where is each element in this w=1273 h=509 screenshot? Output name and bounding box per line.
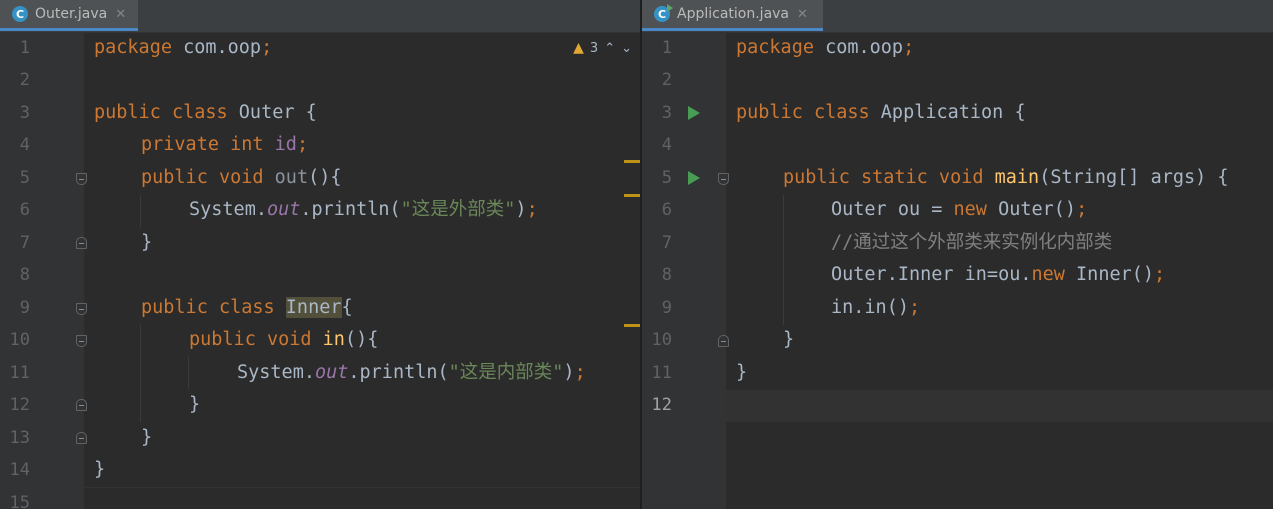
code-line: private int id;: [141, 134, 309, 155]
code-line: public void in(){: [189, 329, 379, 350]
code-line: }: [94, 459, 106, 480]
line-number: 10: [9, 330, 30, 350]
line-number: 4: [661, 135, 672, 155]
code-line: in.in();: [831, 297, 921, 318]
code-line: }: [141, 427, 153, 448]
line-number: 3: [19, 103, 30, 123]
line-number: 12: [9, 395, 30, 415]
close-icon[interactable]: ✕: [797, 7, 808, 22]
code-line: package com.oop;: [736, 37, 915, 58]
line-number: 5: [661, 168, 672, 188]
code-line: }: [189, 394, 201, 415]
tab-label: Application.java: [677, 6, 790, 22]
tab-label: Outer.java: [35, 6, 108, 22]
code-line: public static void main(String[] args) {: [783, 167, 1229, 188]
line-number: 10: [651, 330, 672, 350]
fold-icon[interactable]: [76, 335, 87, 347]
left-editor[interactable]: C Outer.java ✕ 1 2 3 4 5 6 7 8 9 10 11 1…: [0, 0, 640, 509]
code-line: Outer ou = new Outer();: [831, 199, 1088, 220]
line-number: 6: [19, 200, 30, 220]
code-line: }: [783, 329, 795, 350]
line-number: 9: [19, 298, 30, 318]
line-number: 2: [19, 70, 30, 90]
right-editor[interactable]: C Application.java ✕ 1 2 3 4 5 6 7 8 9 1…: [642, 0, 1273, 509]
line-number: 9: [661, 298, 672, 318]
fold-icon[interactable]: [76, 432, 87, 444]
fold-icon[interactable]: [76, 303, 87, 315]
line-number: 12: [651, 395, 672, 415]
runnable-class-icon: C: [654, 4, 673, 22]
line-number: 15: [9, 493, 30, 509]
code-line: Outer.Inner in=ou.new Inner();: [831, 264, 1166, 285]
tab-application-java[interactable]: C Application.java ✕: [642, 0, 823, 31]
code-line: public class Inner{: [141, 297, 353, 318]
code-line: //通过这个外部类来实例化内部类: [831, 232, 1113, 253]
line-number: 8: [661, 265, 672, 285]
left-tab-bar: C Outer.java ✕: [0, 0, 640, 33]
run-icon[interactable]: [688, 171, 700, 185]
line-number: 1: [19, 38, 30, 58]
code-line: }: [736, 362, 748, 383]
fold-icon[interactable]: [76, 399, 87, 411]
class-icon: C: [12, 6, 28, 22]
line-number: 2: [661, 70, 672, 90]
line-number: 13: [9, 428, 30, 448]
code-line: public class Application {: [736, 102, 1026, 123]
highlighted-symbol: Inner: [285, 297, 342, 318]
fold-icon[interactable]: [76, 237, 87, 249]
code-line: System.out.println("这是外部类");: [189, 199, 538, 220]
line-number: 6: [661, 200, 672, 220]
line-number: 11: [651, 363, 672, 383]
run-icon[interactable]: [688, 106, 700, 120]
line-number: 14: [9, 460, 30, 480]
fold-icon[interactable]: [718, 173, 729, 185]
code-line: public class Outer {: [94, 102, 317, 123]
line-number: 11: [9, 363, 30, 383]
close-icon[interactable]: ✕: [115, 7, 126, 22]
fold-icon[interactable]: [76, 173, 87, 185]
right-code-area[interactable]: package com.oop; public class Applicatio…: [736, 32, 1273, 509]
fold-icon[interactable]: [718, 335, 729, 347]
code-line: public void out(){: [141, 167, 342, 188]
tab-outer-java[interactable]: C Outer.java ✕: [0, 0, 138, 31]
line-number: 5: [19, 168, 30, 188]
code-line: package com.oop;: [94, 37, 273, 58]
right-tab-bar: C Application.java ✕: [642, 0, 1273, 33]
right-gutter: 1 2 3 4 5 6 7 8 9 10 11 12: [642, 32, 729, 509]
left-gutter: 1 2 3 4 5 6 7 8 9 10 11 12 13 14 15: [0, 32, 87, 509]
code-line: }: [141, 232, 153, 253]
line-number: 8: [19, 265, 30, 285]
line-number: 4: [19, 135, 30, 155]
end-of-file-area: [84, 487, 640, 509]
code-line: System.out.println("这是内部类");: [237, 362, 586, 383]
line-number: 3: [661, 103, 672, 123]
line-number: 1: [661, 38, 672, 58]
line-number: 7: [661, 233, 672, 253]
left-code-area[interactable]: package com.oop; public class Outer { pr…: [94, 32, 640, 509]
line-number: 7: [19, 233, 30, 253]
